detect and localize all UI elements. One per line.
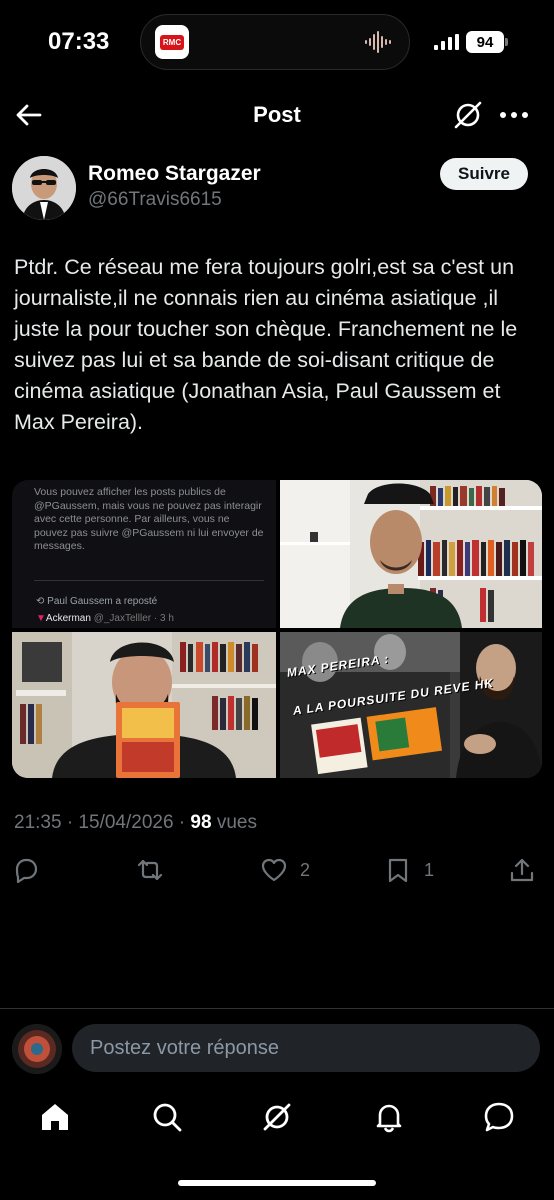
composer-divider	[0, 1008, 554, 1009]
status-time: 07:33	[48, 28, 110, 55]
current-user-avatar[interactable]	[12, 1024, 62, 1074]
post-timestamp: 21:35 · 15/04/2026 · 98 vues	[14, 812, 257, 834]
post-media-grid: Vous pouvez afficher les posts publics d…	[12, 480, 542, 778]
grok-icon[interactable]	[260, 1100, 294, 1134]
views-label: vues	[211, 812, 257, 833]
bookmark-count: 1	[424, 859, 435, 880]
post-header: Post	[0, 92, 554, 138]
media-video-thumbnail[interactable]: MAX PEREIRA : A LA POURSUITE DU REVE HK	[280, 632, 542, 778]
media-photo-bookshelf[interactable]	[280, 480, 542, 628]
status-bar: 07:33 RMC 94	[0, 0, 554, 84]
dynamic-island[interactable]: RMC	[140, 14, 410, 70]
home-icon[interactable]	[38, 1100, 72, 1134]
audio-wave-icon	[365, 31, 391, 53]
rmc-app-icon: RMC	[155, 25, 189, 59]
like-count: 2	[300, 859, 311, 880]
media-photo-dvd[interactable]	[12, 632, 276, 778]
cellular-signal-icon	[434, 34, 459, 50]
author-avatar[interactable]	[12, 156, 76, 220]
bookmark-button[interactable]: 1	[384, 856, 434, 884]
grok-icon[interactable]	[452, 99, 484, 131]
post-time: 21:35 · 15/04/2026 ·	[14, 812, 191, 833]
bookmark-icon	[388, 858, 408, 883]
home-indicator	[178, 1180, 376, 1186]
search-icon[interactable]	[150, 1100, 184, 1134]
media-repost-label: ⟲ Paul Gaussem a reposté	[36, 596, 158, 607]
like-button[interactable]: 2	[260, 856, 310, 884]
author-handle[interactable]: @66Travis6615	[88, 189, 222, 211]
flag-icon: ▼	[36, 613, 46, 624]
repost-icon	[137, 859, 163, 881]
media-repost-author: ▼Ackerman @_JaxTelller · 3 h	[36, 613, 174, 624]
follow-button[interactable]: Suivre	[440, 158, 528, 190]
notifications-bell-icon[interactable]	[372, 1100, 406, 1134]
media-repost-name: Ackerman	[45, 613, 91, 624]
media-screenshot[interactable]: Vous pouvez afficher les posts publics d…	[12, 480, 276, 628]
heart-icon	[261, 858, 287, 882]
battery-tip	[505, 38, 508, 46]
messages-icon[interactable]	[482, 1100, 516, 1134]
author-name[interactable]: Romeo Stargazer	[88, 162, 261, 186]
battery-icon: 94	[466, 31, 504, 53]
media-divider	[34, 580, 264, 581]
share-icon	[510, 858, 534, 882]
reply-input[interactable]	[72, 1024, 540, 1072]
repost-button[interactable]	[136, 856, 164, 884]
media-repost-handle: @_JaxTelller · 3 h	[93, 613, 174, 624]
reply-button[interactable]	[12, 856, 40, 884]
post-actions: 2 1	[0, 852, 554, 892]
more-options-icon[interactable]	[496, 99, 532, 131]
media-repost-text: Paul Gaussem a reposté	[47, 596, 158, 607]
rmc-badge-text: RMC	[159, 34, 185, 50]
bottom-tab-bar	[0, 1096, 554, 1140]
share-button[interactable]	[508, 856, 536, 884]
reply-icon	[15, 858, 38, 884]
media-screenshot-text: Vous pouvez afficher les posts publics d…	[34, 486, 264, 552]
post-text: Ptdr. Ce réseau me fera toujours golri,e…	[14, 255, 518, 434]
views-count: 98	[190, 812, 212, 833]
